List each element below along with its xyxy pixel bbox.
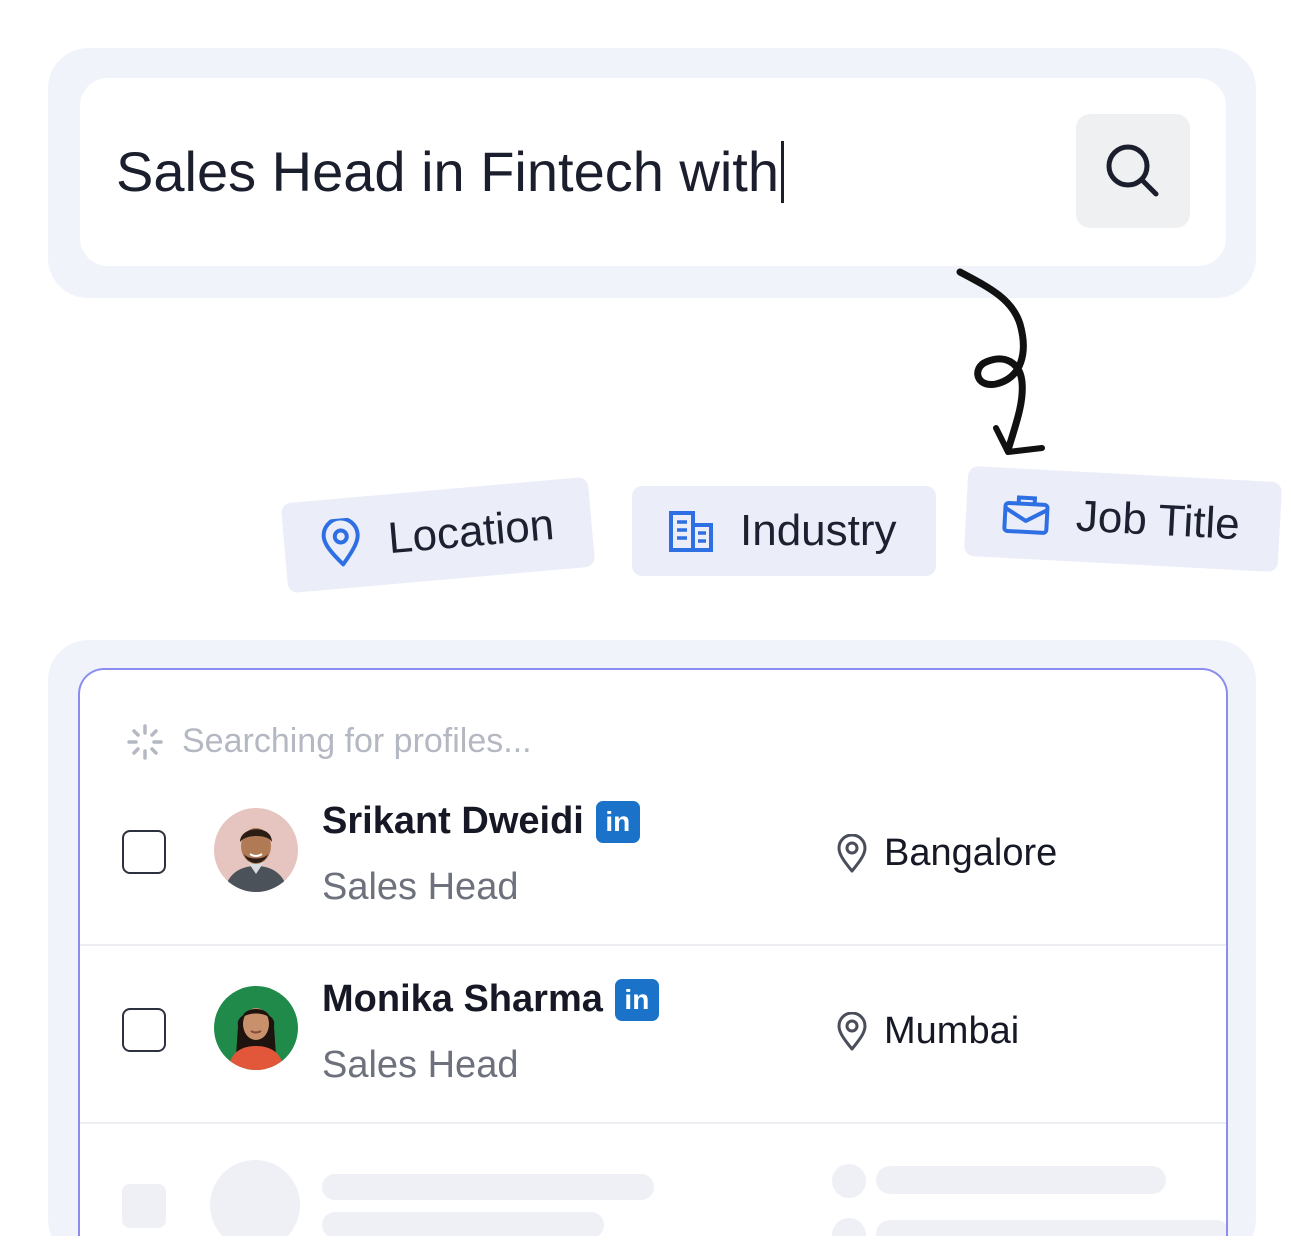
avatar: [214, 808, 298, 892]
avatar: [214, 986, 298, 1070]
profile-row[interactable]: Monika Sharma in Sales Head Mumbai: [80, 948, 1226, 1124]
location-pin-icon: [837, 833, 867, 872]
results-container: Searching for profiles... Srikant Dweidi…: [48, 640, 1256, 1236]
skeleton-checkbox: [122, 1184, 166, 1228]
linkedin-icon[interactable]: in: [614, 978, 659, 1021]
filter-chip-location[interactable]: Location: [280, 476, 596, 594]
row-checkbox[interactable]: [122, 830, 166, 874]
skeleton-dot: [832, 1218, 866, 1236]
search-input[interactable]: Sales Head in Fintech with: [116, 140, 785, 204]
skeleton-line: [876, 1166, 1166, 1194]
filter-chip-label: Location: [386, 499, 557, 564]
skeleton-line: [322, 1174, 654, 1200]
skeleton-line: [322, 1212, 604, 1236]
location-pin-icon: [837, 1011, 867, 1050]
skeleton-avatar: [210, 1160, 300, 1236]
loading-spinner-icon: [127, 723, 163, 760]
location-text: Bangalore: [884, 832, 1058, 874]
status-text: Searching for profiles...: [182, 722, 532, 760]
curly-arrow-icon: [956, 268, 1045, 455]
search-status: Searching for profiles...: [126, 722, 532, 761]
profile-name: Monika Sharma: [322, 978, 603, 1020]
search-button[interactable]: [1076, 114, 1190, 228]
linkedin-icon[interactable]: in: [595, 800, 640, 843]
profile-name: Srikant Dweidi: [322, 800, 584, 842]
filter-chip-label: Job Title: [1074, 491, 1242, 550]
row-checkbox[interactable]: [122, 1008, 166, 1052]
location-pin-icon: [321, 516, 360, 567]
search-query: Sales Head in Fintech with: [116, 140, 780, 203]
skeleton-line: [876, 1220, 1226, 1236]
profile-role: Sales Head: [322, 1044, 519, 1086]
location-text: Mumbai: [884, 1010, 1020, 1052]
filter-chip-job-title[interactable]: Job Title: [963, 465, 1283, 573]
search-icon: [1106, 144, 1159, 197]
profile-name-line: Monika Sharma in: [322, 978, 659, 1021]
profile-location: Mumbai: [836, 1010, 1019, 1053]
profile-location: Bangalore: [836, 832, 1057, 875]
search-box[interactable]: Sales Head in Fintech with: [80, 78, 1226, 266]
text-caret: [781, 141, 785, 203]
skeleton-dot: [832, 1164, 866, 1198]
filter-chip-label: Industry: [740, 506, 897, 555]
building-icon: [669, 511, 713, 552]
briefcase-icon: [1002, 495, 1050, 535]
profile-name-line: Srikant Dweidi in: [322, 800, 640, 843]
filter-chip-industry[interactable]: Industry: [632, 486, 936, 576]
profile-row[interactable]: Srikant Dweidi in Sales Head Bangalore: [80, 770, 1226, 946]
search-container: Sales Head in Fintech with: [48, 48, 1256, 298]
results-card: Searching for profiles... Srikant Dweidi…: [78, 668, 1228, 1236]
profile-role: Sales Head: [322, 866, 519, 908]
